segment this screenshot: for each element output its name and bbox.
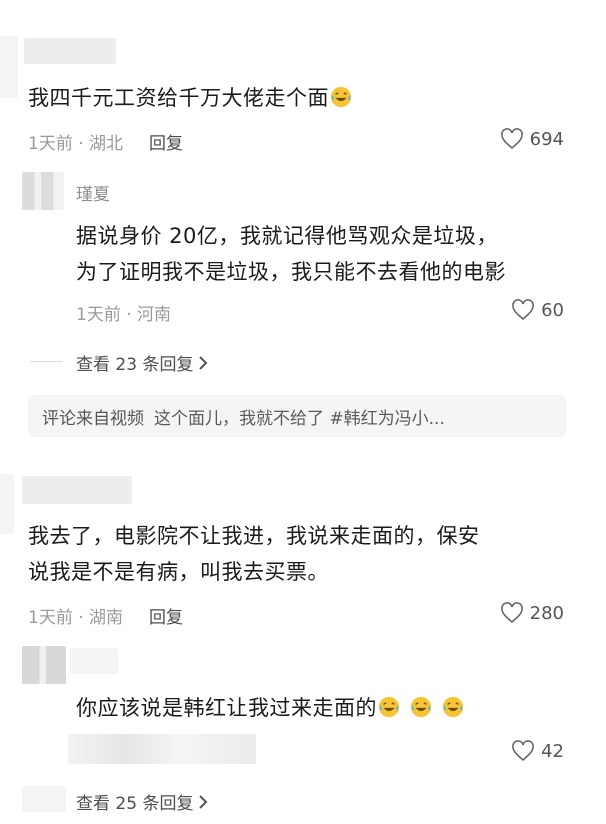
reply-text: 你应该说是韩红让我过来走面的 (76, 696, 377, 720)
avatar-blurred[interactable] (0, 36, 18, 98)
reply-username[interactable]: 瑾夏 (76, 180, 110, 205)
source-label: 评论来自视频 (42, 408, 144, 429)
comment-text-line: 我去了，电影院不让我进，我说来走面的，保安 (28, 524, 480, 548)
reply-avatar-blurred[interactable] (22, 646, 66, 684)
laughing-crying-emoji-icon (410, 696, 432, 718)
like-button[interactable]: 694 (500, 128, 564, 150)
comment-time-location: 1天前 · 湖南 (28, 608, 124, 628)
chevron-right-icon (199, 794, 208, 809)
avatar-blurred[interactable] (0, 474, 14, 534)
laughing-crying-emoji-icon (442, 696, 464, 718)
heart-outline-icon (512, 299, 534, 321)
reply-avatar-blurred[interactable] (22, 172, 64, 210)
like-count: 280 (529, 602, 564, 624)
comment-2-meta: 1天前 · 湖南 回复 (28, 603, 183, 628)
comment-1-meta: 1天前 · 湖北 回复 (28, 129, 183, 154)
username-blurred[interactable] (24, 38, 116, 64)
laughing-crying-emoji-icon (378, 696, 400, 718)
heart-outline-icon (500, 602, 523, 624)
like-button[interactable]: 60 (511, 299, 564, 321)
reply-username-blurred[interactable] (70, 648, 118, 674)
laughing-crying-emoji-icon (330, 86, 352, 108)
like-count: 60 (541, 299, 564, 321)
view-more-replies[interactable]: 查看 25 条回复 (76, 789, 209, 814)
reply-text-line: 为了证明我不是垃圾，我只能不去看他的电影 (76, 260, 506, 284)
comment-2-text: 我去了，电影院不让我进，我说来走面的，保安 说我是不是有病，叫我去买票。 (28, 518, 480, 590)
view-more-label: 查看 23 条回复 (76, 355, 194, 375)
comment-text: 我四千元工资给千万大佬走个面 (28, 86, 329, 110)
username-blurred[interactable] (22, 476, 132, 504)
heart-outline-icon (500, 128, 523, 150)
like-button[interactable]: 280 (500, 602, 564, 624)
comment-1-text: 我四千元工资给千万大佬走个面 (28, 80, 352, 116)
reply-meta-blurred (68, 734, 256, 764)
comment-time-location: 1天前 · 湖北 (28, 134, 124, 154)
heart-outline-icon (512, 740, 534, 762)
reply-button[interactable]: 回复 (149, 608, 183, 628)
source-text: 这个面儿，我就不给了 #韩红为冯小... (154, 408, 445, 429)
reply-1-text: 据说身价 20亿，我就记得他骂观众是垃圾， 为了证明我不是垃圾，我只能不去看他的… (76, 218, 506, 290)
comment-text-line: 说我是不是有病，叫我去买票。 (28, 560, 329, 584)
like-count: 694 (529, 128, 564, 150)
reply-button[interactable]: 回复 (149, 134, 183, 154)
view-more-replies[interactable]: 查看 23 条回复 (76, 350, 209, 375)
like-count: 42 (541, 740, 564, 762)
view-more-label: 查看 25 条回复 (76, 794, 194, 814)
video-source-bar[interactable]: 评论来自视频 这个面儿，我就不给了 #韩红为冯小... (28, 395, 566, 437)
divider-line (30, 361, 62, 362)
like-button[interactable]: 42 (511, 740, 564, 762)
reply-meta: 1天前 · 河南 (76, 305, 172, 325)
chevron-right-icon (199, 355, 208, 370)
reply-2-text: 你应该说是韩红让我过来走面的 (76, 690, 464, 726)
divider-blurred (22, 786, 66, 812)
reply-text-line: 据说身价 20亿，我就记得他骂观众是垃圾， (76, 224, 498, 248)
